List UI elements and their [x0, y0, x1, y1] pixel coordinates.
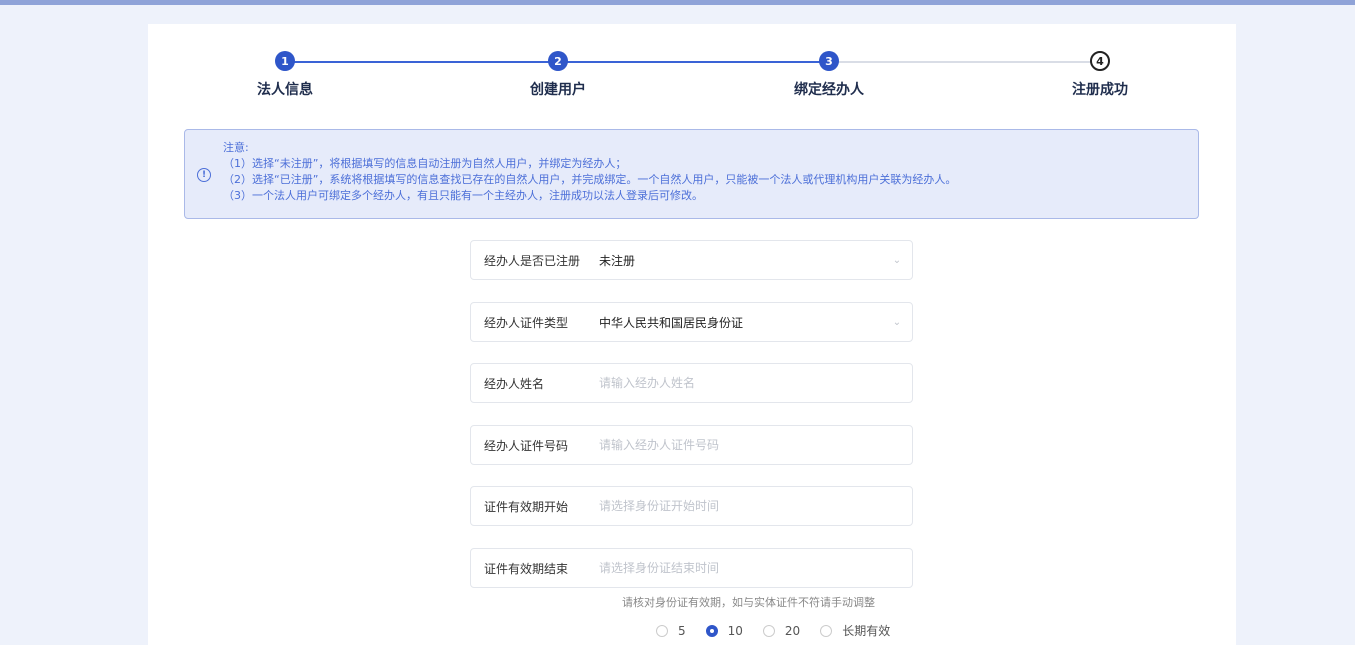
chevron-down-icon: ⌄: [892, 316, 902, 328]
validity-option-label: 10: [727, 623, 743, 638]
step-label-1: 法人信息: [257, 82, 313, 98]
radio-circle-icon[interactable]: [762, 624, 775, 637]
valid-end-input[interactable]: [599, 561, 912, 575]
validity-option-label: 长期有效: [842, 624, 891, 638]
radio-circle-icon[interactable]: [656, 624, 668, 637]
radio-circle-icon[interactable]: [820, 624, 833, 637]
step-number-2: 2: [548, 51, 568, 71]
notice-line-3: （3）一个法人用户可绑定多个经办人，有且只能有一个主经办人，注册成功以法人登录后…: [223, 189, 703, 202]
top-accent-bar: [0, 0, 1355, 5]
step-bind-agent: 3 绑定经办人: [759, 51, 899, 99]
notice-title: 注意:: [223, 141, 249, 154]
name-label: 经办人姓名: [484, 376, 545, 391]
chevron-down-icon: ⌄: [892, 254, 902, 266]
validity-option-label: 5: [678, 623, 686, 638]
validity-hint: 请核对身份证有效期，如与实体证件不符请手动调整: [622, 596, 875, 609]
step-number-1: 1: [275, 51, 295, 71]
id-number-input[interactable]: [599, 438, 912, 452]
id-type-label: 经办人证件类型: [484, 315, 569, 330]
registered-label: 经办人是否已注册: [484, 253, 581, 268]
valid-start-field: 证件有效期开始: [470, 486, 913, 526]
registered-select[interactable]: 经办人是否已注册 未注册 ⌄: [470, 240, 913, 280]
valid-start-label: 证件有效期开始: [484, 499, 569, 514]
notice-box: ! 注意: （1）选择“未注册”，将根据填写的信息自动注册为自然人用户，并绑定为…: [184, 129, 1199, 219]
step-progress: 1 法人信息 2 创建用户 3 绑定经办人 4 注册成功: [148, 24, 1236, 124]
id-number-label: 经办人证件号码: [484, 438, 569, 453]
notice-line-2: （2）选择“已注册”，系统将根据填写的信息查找已存在的自然人用户，并完成绑定。一…: [223, 173, 957, 186]
id-type-select[interactable]: 经办人证件类型 中华人民共和国居民身份证 ⌄: [470, 302, 913, 342]
validity-option-20[interactable]: 20: [762, 623, 801, 638]
valid-start-input[interactable]: [599, 499, 912, 513]
registered-value: 未注册: [599, 253, 636, 268]
validity-option-10[interactable]: 10: [705, 623, 743, 638]
radio-selected-icon[interactable]: [705, 624, 718, 637]
step-label-4: 注册成功: [1072, 82, 1128, 98]
step-create-user: 2 创建用户: [488, 51, 628, 99]
step-legal-info: 1 法人信息: [215, 51, 355, 99]
notice-text: 注意: （1）选择“未注册”，将根据填写的信息自动注册为自然人用户，并绑定为经办…: [223, 140, 956, 204]
registration-card: 1 法人信息 2 创建用户 3 绑定经办人 4 注册成功 ! 注意: （1）选择…: [148, 24, 1236, 645]
id-number-field: 经办人证件号码: [470, 425, 913, 465]
validity-option-label: 20: [784, 623, 801, 638]
info-icon: !: [197, 168, 211, 182]
name-field: 经办人姓名: [470, 363, 913, 403]
id-type-value: 中华人民共和国居民身份证: [599, 315, 744, 330]
validity-option-5[interactable]: 5: [656, 624, 686, 638]
validity-option-long-term[interactable]: 长期有效: [820, 622, 890, 639]
step-label-3: 绑定经办人: [794, 82, 864, 98]
step-number-4: 4: [1090, 51, 1110, 71]
valid-end-field: 证件有效期结束: [470, 548, 913, 588]
step-label-2: 创建用户: [530, 82, 586, 98]
notice-line-1: （1）选择“未注册”，将根据填写的信息自动注册为自然人用户，并绑定为经办人；: [223, 157, 627, 170]
step-number-3: 3: [819, 51, 839, 71]
step-success: 4 注册成功: [1030, 51, 1170, 99]
valid-end-label: 证件有效期结束: [484, 561, 569, 576]
validity-radio-group: 5 10 20 长期有效: [656, 622, 890, 639]
name-input[interactable]: [599, 376, 912, 390]
